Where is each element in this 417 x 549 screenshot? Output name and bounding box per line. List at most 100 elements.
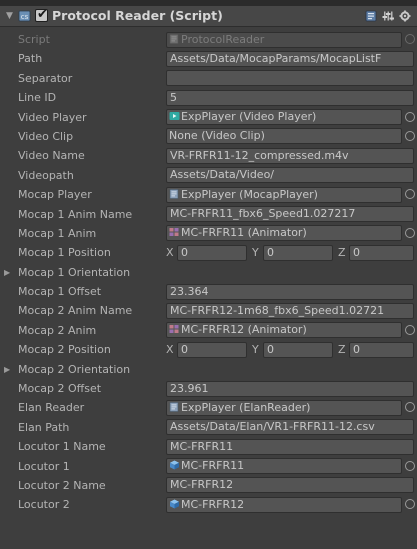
property-row-line-id: Line ID 5 (0, 88, 417, 107)
mocap2-anim-name-input[interactable]: MC-FRFR12-1m68_fbx6_Speed1.02721 (166, 302, 414, 319)
object-picker-icon[interactable] (405, 227, 415, 238)
property-row-mocap1-orientation[interactable]: ▶ Mocap 1 Orientation (0, 263, 417, 282)
animator-icon (169, 325, 179, 334)
object-picker-icon[interactable] (405, 111, 415, 122)
property-label: Mocap Player (18, 188, 92, 202)
component-title: Protocol Reader (Script) (52, 8, 223, 23)
component-header[interactable]: ▼ cs ✔ Protocol Reader (Script) (0, 6, 417, 27)
locutor2-field[interactable]: MC-FRFR12 (166, 496, 402, 513)
triangle-right-icon[interactable]: ▶ (4, 362, 10, 378)
property-label: Path (18, 52, 43, 66)
object-picker-icon[interactable] (405, 499, 415, 510)
mocap2-anim-field[interactable]: MC-FRFR12 (Animator) (166, 322, 402, 339)
videopath-input[interactable]: Assets/Data/Video/ (166, 167, 414, 184)
path-input[interactable]: Assets/Data/MocapParams/MocapListF (166, 50, 414, 67)
mocap2-offset-input[interactable]: 23.961 (166, 380, 414, 397)
component-properties: Script ProtocolReader Path Assets/Data/M… (0, 30, 417, 515)
animator-icon (169, 228, 179, 237)
gear-icon[interactable] (399, 10, 411, 22)
property-label: Locutor 2 Name (18, 478, 106, 492)
property-row-mocap1-offset: Mocap 1 Offset 23.364 (0, 282, 417, 301)
video-name-input[interactable]: VR-FRFR11-12_compressed.m4v (166, 147, 414, 164)
property-row-locutor1-name: Locutor 1 Name MC-FRFR11 (0, 437, 417, 456)
property-label: Mocap 2 Anim (18, 323, 97, 337)
property-row-mocap2-offset: Mocap 2 Offset 23.961 (0, 379, 417, 398)
video-player-component-icon (169, 112, 180, 121)
script-asset-icon (169, 402, 179, 412)
triangle-down-icon[interactable]: ▼ (6, 10, 16, 22)
mocap1-offset-input[interactable]: 23.364 (166, 283, 414, 300)
preset-icon[interactable] (382, 10, 394, 22)
property-row-locutor2-name: Locutor 2 Name MC-FRFR12 (0, 476, 417, 495)
locutor2-name-input[interactable]: MC-FRFR12 (166, 477, 414, 494)
property-label: Mocap 1 Position (18, 246, 111, 260)
script-asset-icon (169, 188, 179, 199)
script-asset-icon (169, 33, 179, 44)
property-row-locutor2: Locutor 2 MC-FRFR12 (0, 495, 417, 514)
property-row-path: Path Assets/Data/MocapParams/MocapListF (0, 49, 417, 68)
object-picker-icon[interactable] (405, 460, 415, 471)
property-row-mocap1-anim: Mocap 1 Anim MC-FRFR11 (Animator) (0, 224, 417, 243)
property-label: Video Player (18, 110, 87, 124)
object-picker-icon[interactable] (405, 402, 415, 413)
property-label: Mocap 1 Offset (18, 285, 102, 299)
property-label: Line ID (18, 91, 57, 105)
video-clip-field[interactable]: None (Video Clip) (166, 128, 402, 145)
property-label: Mocap 1 Anim (18, 226, 97, 240)
property-label: Mocap 1 Anim Name (18, 207, 133, 221)
mocap1-position-x-input[interactable]: 0 (177, 244, 247, 261)
object-picker-icon[interactable] (405, 130, 415, 141)
y-axis-label: Y (252, 245, 259, 259)
property-label: Mocap 2 Anim Name (18, 304, 133, 318)
property-row-mocap1-position: Mocap 1 Position X 0 Y 0 Z 0 (0, 243, 417, 262)
property-label: Locutor 1 Name (18, 440, 106, 454)
mocap-player-field[interactable]: ExpPlayer (MocapPlayer) (166, 186, 402, 203)
line-id-input[interactable]: 5 (166, 89, 414, 106)
component-enabled-checkbox[interactable]: ✔ (35, 7, 48, 22)
property-row-videopath: Videopath Assets/Data/Video/ (0, 166, 417, 185)
property-row-video-clip: Video Clip None (Video Clip) (0, 127, 417, 146)
mocap2-position-x-input[interactable]: 0 (177, 341, 247, 358)
video-player-field[interactable]: ExpPlayer (Video Player) (166, 109, 402, 126)
mocap2-position-z-input[interactable]: 0 (349, 341, 414, 358)
property-label: Script (18, 33, 50, 46)
property-row-mocap2-orientation[interactable]: ▶ Mocap 2 Orientation (0, 360, 417, 379)
property-label: Mocap 1 Orientation (18, 265, 131, 279)
z-axis-label: Z (338, 245, 346, 259)
property-row-video-name: Video Name VR-FRFR11-12_compressed.m4v (0, 146, 417, 165)
elan-reader-field[interactable]: ExpPlayer (ElanReader) (166, 399, 402, 416)
property-label: Mocap 2 Offset (18, 382, 102, 396)
property-label: Elan Path (18, 420, 70, 434)
object-picker-icon[interactable] (405, 189, 415, 200)
property-row-mocap1-anim-name: Mocap 1 Anim Name MC-FRFR11_fbx6_Speed1.… (0, 205, 417, 224)
property-row-elan-reader: Elan Reader ExpPlayer (ElanReader) (0, 398, 417, 417)
gameobject-cube-icon (170, 460, 179, 470)
locutor1-name-input[interactable]: MC-FRFR11 (166, 438, 414, 455)
object-picker-icon (405, 34, 415, 44)
triangle-right-icon[interactable]: ▶ (4, 265, 10, 281)
property-label: Video Clip (18, 129, 74, 143)
mocap1-anim-field[interactable]: MC-FRFR11 (Animator) (166, 225, 402, 242)
property-row-script: Script ProtocolReader (0, 30, 417, 49)
checkbox-checked-icon: ✔ (37, 7, 48, 22)
script-icon: cs (18, 10, 31, 22)
property-row-locutor1: Locutor 1 MC-FRFR11 (0, 457, 417, 476)
elan-path-input[interactable]: Assets/Data/Elan/VR1-FRFR11-12.csv (166, 419, 414, 436)
locutor1-field[interactable]: MC-FRFR11 (166, 458, 402, 475)
property-row-mocap2-position: Mocap 2 Position X 0 Y 0 Z 0 (0, 340, 417, 359)
property-row-separator: Separator (0, 69, 417, 88)
mocap2-position-y-input[interactable]: 0 (263, 341, 333, 358)
property-label: Videopath (18, 168, 74, 182)
property-label: Mocap 2 Position (18, 343, 111, 357)
mocap1-position-z-input[interactable]: 0 (349, 244, 414, 261)
separator-input[interactable] (166, 70, 414, 87)
y-axis-label: Y (252, 342, 259, 356)
gameobject-cube-icon (170, 499, 179, 509)
z-axis-label: Z (338, 342, 346, 356)
object-picker-icon[interactable] (405, 324, 415, 335)
help-book-icon[interactable] (365, 10, 377, 22)
mocap1-anim-name-input[interactable]: MC-FRFR11_fbx6_Speed1.027217 (166, 206, 414, 223)
mocap1-position-y-input[interactable]: 0 (263, 244, 333, 261)
x-axis-label: X (166, 342, 174, 356)
x-axis-label: X (166, 245, 174, 259)
